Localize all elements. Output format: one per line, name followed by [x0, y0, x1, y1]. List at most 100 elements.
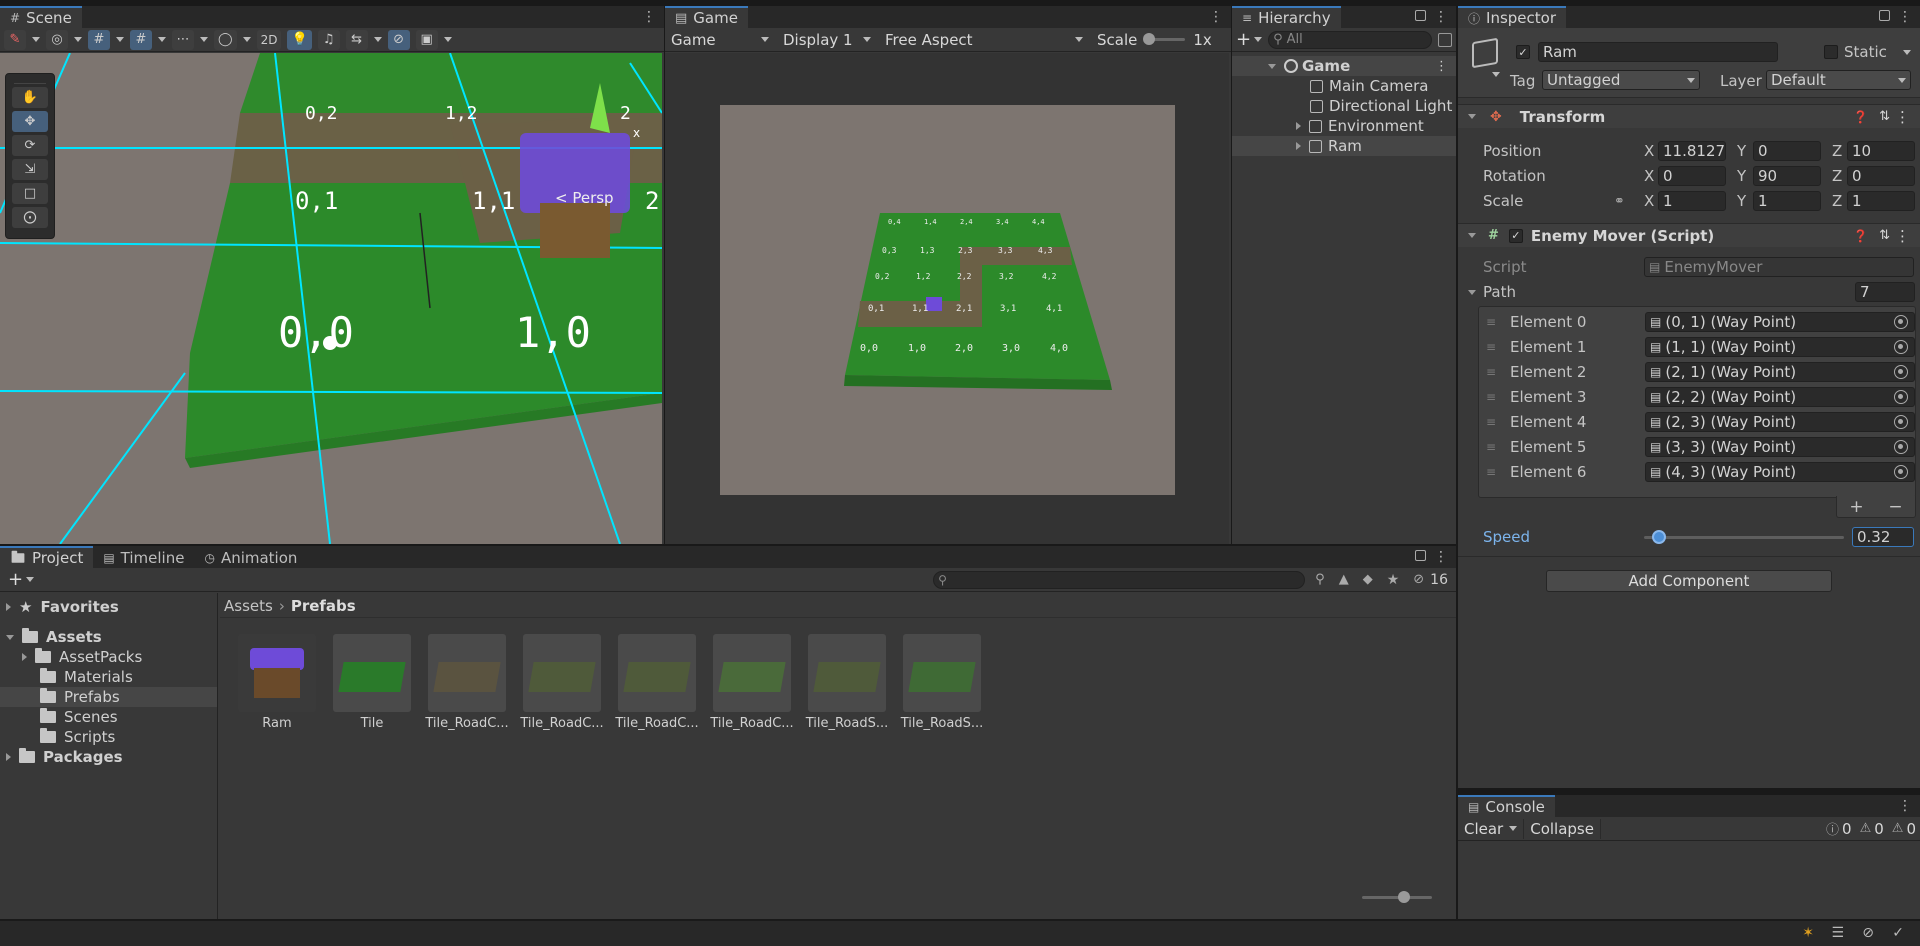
tree-folder-prefabs[interactable]: Prefabs: [0, 687, 217, 707]
audio-toggle-icon[interactable]: ♫: [317, 29, 340, 50]
tag-dropdown[interactable]: Untagged: [1542, 70, 1700, 90]
waypoint-field[interactable]: ▤ (2, 1) (Way Point): [1645, 361, 1915, 382]
move-tool-icon[interactable]: ✥: [12, 111, 48, 132]
add-component-button[interactable]: Add Component: [1546, 570, 1832, 592]
tree-folder-materials[interactable]: Materials: [0, 667, 217, 687]
log-toggle[interactable]: ⓘ 0: [1822, 819, 1856, 839]
chevron-down-icon[interactable]: [116, 37, 124, 42]
layers-icon[interactable]: ☰: [1831, 925, 1844, 941]
project-search-input[interactable]: ⚲: [933, 570, 1306, 589]
chevron-down-icon[interactable]: [1509, 826, 1518, 831]
chevron-down-icon[interactable]: [373, 37, 382, 42]
chevron-down-icon[interactable]: [1492, 72, 1500, 77]
hidden-packages-icon[interactable]: ⊘: [1413, 572, 1424, 587]
tab-hierarchy[interactable]: ≡ Hierarchy: [1232, 6, 1341, 28]
chevron-down-icon[interactable]: [200, 37, 208, 42]
add-element-button[interactable]: +: [1849, 497, 1863, 517]
expand-arrow-icon[interactable]: [1296, 142, 1301, 150]
tab-inspector[interactable]: ⓘ Inspector: [1458, 6, 1566, 28]
lighting-status-icon[interactable]: ✶: [1802, 925, 1814, 941]
path-row[interactable]: Path 7: [1458, 281, 1920, 303]
drag-handle-icon[interactable]: ≡: [1486, 340, 1496, 354]
console-menu-icon[interactable]: ⋮: [1898, 798, 1912, 814]
game-mode-dropdown[interactable]: Game: [665, 30, 775, 50]
help-icon[interactable]: ❓: [1853, 229, 1868, 243]
component-enabled-checkbox[interactable]: ✓: [1508, 228, 1523, 243]
expand-arrow-icon[interactable]: [6, 634, 14, 640]
speed-slider-thumb[interactable]: [1652, 530, 1666, 544]
waypoint-field[interactable]: ▤ (0, 1) (Way Point): [1645, 311, 1915, 332]
lighting-toggle-icon[interactable]: 💡: [287, 29, 312, 50]
asset-item-tile-road-s[interactable]: Tile_RoadS...: [805, 634, 889, 731]
object-picker-icon[interactable]: [1894, 414, 1908, 429]
transform-header[interactable]: ✥ Transform ❓ ⇅ ⋮: [1458, 104, 1920, 128]
hierarchy-item-scene[interactable]: Game ⋮: [1232, 56, 1456, 76]
asset-item-tile[interactable]: Tile: [330, 634, 414, 731]
lock-icon[interactable]: [1879, 10, 1890, 21]
waypoint-field[interactable]: ▤ (4, 3) (Way Point): [1645, 461, 1915, 482]
chevron-down-icon[interactable]: [242, 37, 251, 42]
drag-handle-icon[interactable]: ≡: [1486, 465, 1496, 479]
tab-animation[interactable]: ◷ Animation: [194, 546, 308, 568]
lock-icon[interactable]: [1415, 10, 1426, 21]
path-size-field[interactable]: 7: [1855, 282, 1915, 302]
path-element-row[interactable]: ≡ Element 4 ▤ (2, 3) (Way Point): [1479, 409, 1915, 434]
static-checkbox[interactable]: [1824, 45, 1838, 59]
asset-item-tile-road-c[interactable]: Tile_RoadC...: [710, 634, 794, 731]
hierarchy-item-ram[interactable]: Ram: [1232, 136, 1456, 156]
object-picker-icon[interactable]: [1894, 439, 1908, 454]
rotation-y-field[interactable]: 90: [1753, 166, 1821, 186]
tree-assets[interactable]: Assets: [0, 627, 217, 647]
object-picker-icon[interactable]: [1894, 389, 1908, 404]
tab-console[interactable]: ▤ Console: [1458, 795, 1555, 817]
persp-label[interactable]: < Persp: [555, 189, 614, 207]
path-element-row[interactable]: ≡ Element 2 ▤ (2, 1) (Way Point): [1479, 359, 1915, 384]
remove-element-button[interactable]: −: [1888, 497, 1902, 517]
hidden-objects-icon[interactable]: ⊘: [387, 29, 410, 50]
speed-slider[interactable]: [1644, 530, 1844, 544]
asset-item-tile-road-s[interactable]: Tile_RoadS...: [900, 634, 984, 731]
speed-value-field[interactable]: 0.32: [1852, 527, 1914, 547]
object-cube-icon[interactable]: [1472, 37, 1498, 69]
rotation-z-field[interactable]: 0: [1847, 166, 1915, 186]
preset-icon[interactable]: ⇅: [1879, 109, 1890, 124]
active-checkbox[interactable]: ✓: [1516, 45, 1530, 59]
tab-scene[interactable]: # Scene: [0, 6, 82, 28]
tab-project[interactable]: Project: [0, 546, 94, 568]
hand-tool-icon[interactable]: ✋: [12, 87, 48, 108]
checkmark-icon[interactable]: ✓: [1892, 925, 1904, 941]
tree-favorites[interactable]: ★ Favorites: [0, 597, 217, 617]
component-menu-icon[interactable]: ⋮: [1895, 227, 1910, 245]
drag-handle-icon[interactable]: ≡: [1486, 390, 1496, 404]
create-asset-button[interactable]: +: [4, 569, 35, 590]
globe-icon[interactable]: ◎: [46, 29, 68, 50]
drag-handle-icon[interactable]: ≡: [1486, 415, 1496, 429]
drag-handle-icon[interactable]: ≡: [1486, 315, 1496, 329]
position-y-field[interactable]: 0: [1753, 141, 1821, 161]
expand-arrow-icon[interactable]: [1268, 63, 1276, 69]
project-menu-icon[interactable]: ⋮: [1434, 549, 1448, 565]
aspect-dropdown[interactable]: Free Aspect: [879, 30, 1089, 50]
object-picker-icon[interactable]: [1894, 364, 1908, 379]
draw-mode-icon[interactable]: ✎: [4, 29, 26, 50]
enemy-mover-header[interactable]: # ✓ Enemy Mover (Script) ❓ ⇅ ⋮: [1458, 223, 1920, 247]
position-z-field[interactable]: 10: [1847, 141, 1915, 161]
search-options-icon[interactable]: [1438, 32, 1452, 47]
expand-arrow-icon[interactable]: [22, 653, 27, 661]
position-x-field[interactable]: 11.81275: [1658, 141, 1726, 161]
asset-item-ram[interactable]: Ram: [235, 634, 319, 731]
expand-arrow-icon[interactable]: [6, 603, 11, 611]
tree-folder-assetpacks[interactable]: AssetPacks: [0, 647, 217, 667]
tab-timeline[interactable]: ▤ Timeline: [93, 546, 195, 568]
game-menu-icon[interactable]: ⋮: [1209, 9, 1223, 25]
path-element-row[interactable]: ≡ Element 5 ▤ (3, 3) (Way Point): [1479, 434, 1915, 459]
object-picker-icon[interactable]: [1894, 339, 1908, 354]
add-object-button[interactable]: +: [1236, 29, 1263, 50]
error-toggle[interactable]: ⚠ 0: [1888, 819, 1920, 839]
layer-dropdown[interactable]: Default: [1766, 70, 1911, 90]
path-element-row[interactable]: ≡ Element 1 ▤ (1, 1) (Way Point): [1479, 334, 1915, 359]
scene-menu-icon[interactable]: ⋮: [642, 9, 656, 25]
rect-tool-icon[interactable]: □: [12, 183, 48, 204]
object-picker-icon[interactable]: [1894, 464, 1908, 479]
hierarchy-item-main-camera[interactable]: Main Camera: [1232, 76, 1456, 96]
